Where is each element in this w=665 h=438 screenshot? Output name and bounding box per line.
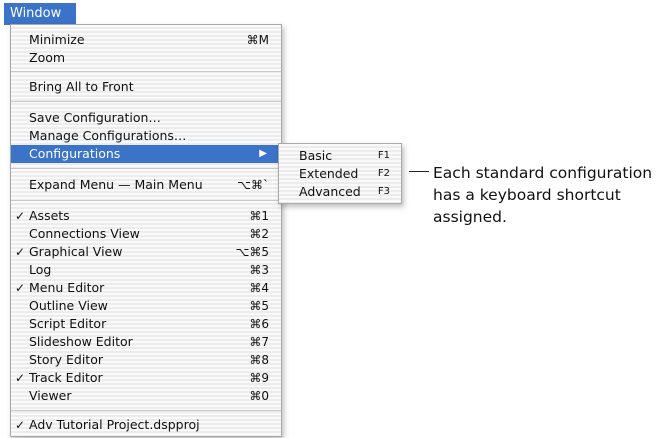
menu-item-label: Expand Menu — Main Menu: [29, 177, 203, 192]
menu-item-shortcut: ⌥⌘`: [237, 178, 269, 192]
menu-item-label: Log: [29, 262, 52, 277]
menu-item-slideshow-editor[interactable]: Slideshow Editor ⌘7: [11, 333, 281, 351]
menu-item-story-editor[interactable]: Story Editor ⌘8: [11, 351, 281, 369]
menu-item-shortcut: ⌘8: [249, 353, 269, 367]
submenu-item-shortcut: F3: [377, 186, 390, 197]
menu-item-label: Bring All to Front: [29, 79, 134, 94]
menu-item-save-configuration[interactable]: Save Configuration…: [11, 109, 281, 127]
menu-item-shortcut: ⌘0: [249, 389, 269, 403]
menu-item-label: Minimize: [29, 32, 85, 47]
menu-item-label: Story Editor: [29, 352, 103, 367]
submenu-item-extended[interactable]: Extended F2: [279, 165, 401, 183]
menu-item-expand-menu[interactable]: Expand Menu — Main Menu ⌥⌘`: [11, 176, 281, 194]
submenu-arrow-icon: ▶: [259, 148, 267, 159]
menu-item-menu-editor[interactable]: ✓ Menu Editor ⌘4: [11, 279, 281, 297]
submenu-item-shortcut: F2: [377, 168, 390, 179]
menu-item-label: Assets: [29, 208, 70, 223]
callout-line-3: assigned.: [433, 208, 507, 226]
menu-item-viewer[interactable]: Viewer ⌘0: [11, 387, 281, 405]
submenu-item-shortcut: F1: [377, 150, 390, 161]
checkmark-icon: ✓: [15, 281, 26, 295]
menu-separator: [11, 168, 281, 169]
callout-leader-line: [409, 171, 429, 172]
menu-item-label: Save Configuration…: [29, 110, 161, 125]
configurations-submenu: Basic F1 Extended F2 Advanced F3: [278, 143, 402, 204]
menu-item-script-editor[interactable]: Script Editor ⌘6: [11, 315, 281, 333]
menu-item-minimize[interactable]: Minimize ⌘M: [11, 31, 281, 49]
menu-item-label: Adv Tutorial Project.dspproj: [29, 417, 200, 432]
checkmark-icon: ✓: [15, 418, 26, 432]
menu-item-log[interactable]: Log ⌘3: [11, 261, 281, 279]
menu-item-shortcut: ⌘6: [249, 317, 269, 331]
menu-item-project[interactable]: ✓ Adv Tutorial Project.dspproj: [11, 416, 281, 434]
callout-line-2: has a keyboard shortcut: [433, 186, 621, 204]
menu-item-shortcut: ⌘7: [249, 335, 269, 349]
menu-item-bring-all-to-front[interactable]: Bring All to Front: [11, 78, 281, 96]
submenu-item-label: Extended: [299, 166, 359, 181]
checkmark-icon: ✓: [15, 245, 26, 259]
callout-line-1: Each standard configuration: [433, 164, 653, 182]
menu-item-shortcut: ⌘4: [249, 281, 269, 295]
menu-item-shortcut: ⌘1: [249, 209, 269, 223]
menu-item-label: Connections View: [29, 226, 140, 241]
submenu-item-basic[interactable]: Basic F1: [279, 147, 401, 165]
submenu-item-advanced[interactable]: Advanced F3: [279, 183, 401, 201]
submenu-item-label: Advanced: [299, 184, 361, 199]
menu-separator: [11, 101, 281, 102]
menu-item-label: Graphical View: [29, 244, 123, 259]
menu-separator: [11, 410, 281, 411]
menu-item-configurations[interactable]: Configurations ▶: [11, 145, 281, 163]
window-menu: Minimize ⌘M Zoom Bring All to Front Save…: [10, 24, 282, 437]
menu-item-shortcut: ⌘9: [249, 371, 269, 385]
menu-item-label: Viewer: [29, 388, 72, 403]
menu-item-shortcut: ⌘M: [246, 33, 269, 47]
menu-separator: [11, 71, 281, 72]
menu-item-graphical-view[interactable]: ✓ Graphical View ⌥⌘5: [11, 243, 281, 261]
menu-item-shortcut: ⌥⌘5: [235, 245, 269, 259]
menu-item-label: Outline View: [29, 298, 108, 313]
window-menu-title[interactable]: Window: [4, 3, 76, 25]
checkmark-icon: ✓: [15, 209, 26, 223]
menu-item-shortcut: ⌘2: [249, 227, 269, 241]
menu-separator: [11, 200, 281, 201]
menu-item-label: Script Editor: [29, 316, 107, 331]
menu-item-connections-view[interactable]: Connections View ⌘2: [11, 225, 281, 243]
menu-item-label: Manage Configurations…: [29, 128, 187, 143]
checkmark-icon: ✓: [15, 371, 26, 385]
menu-item-label: Track Editor: [29, 370, 103, 385]
menu-item-zoom[interactable]: Zoom: [11, 49, 281, 67]
submenu-item-label: Basic: [299, 148, 333, 163]
menu-item-manage-configurations[interactable]: Manage Configurations…: [11, 127, 281, 145]
menu-item-label: Menu Editor: [29, 280, 105, 295]
menu-item-outline-view[interactable]: Outline View ⌘5: [11, 297, 281, 315]
callout-annotation: Each standard configuration has a keyboa…: [433, 162, 665, 228]
menu-item-label: Slideshow Editor: [29, 334, 133, 349]
menu-item-track-editor[interactable]: ✓ Track Editor ⌘9: [11, 369, 281, 387]
menu-item-label: Configurations: [29, 146, 121, 161]
menu-item-assets[interactable]: ✓ Assets ⌘1: [11, 207, 281, 225]
menu-item-shortcut: ⌘5: [249, 299, 269, 313]
menu-item-label: Zoom: [29, 50, 66, 65]
menu-item-shortcut: ⌘3: [249, 263, 269, 277]
